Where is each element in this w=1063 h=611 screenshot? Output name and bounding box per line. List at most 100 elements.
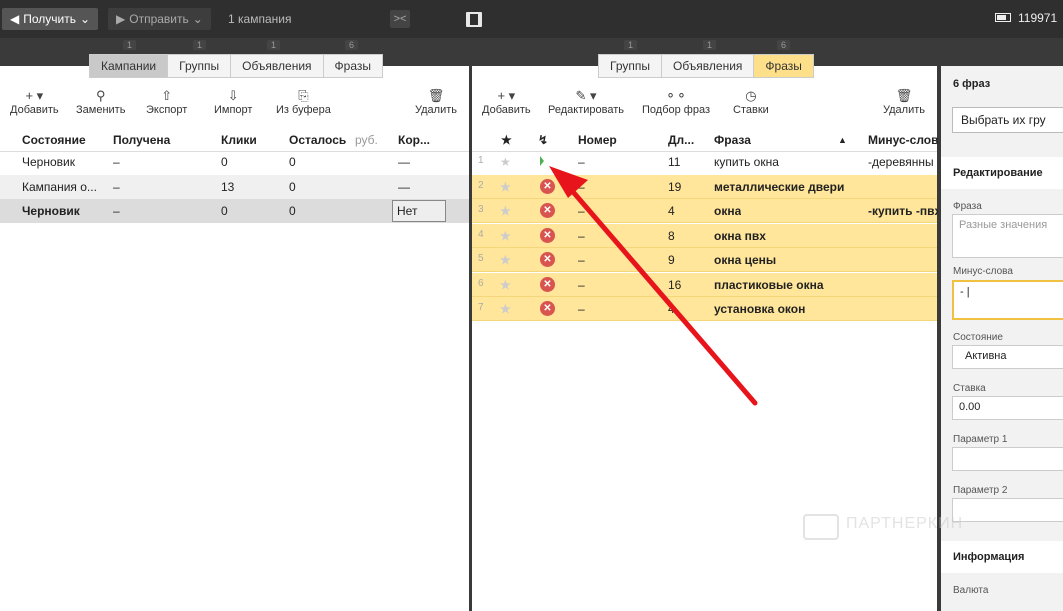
tab-campaigns[interactable]: Кампании: [90, 55, 169, 77]
star-icon[interactable]: ★: [500, 302, 511, 316]
table-row[interactable]: 5 ★ ✕ – 9 окна цены: [472, 248, 937, 272]
error-status-icon: ✕: [540, 179, 555, 194]
film-icon[interactable]: [466, 12, 482, 27]
table-row[interactable]: 1 ★ – 11 купить окна -деревянны: [472, 150, 937, 174]
param1-field[interactable]: [952, 447, 1063, 471]
chevron-down-icon: ⌄: [192, 12, 203, 26]
count-badge: 1: [703, 40, 717, 50]
state-select[interactable]: Активна: [952, 345, 1063, 369]
bid-field[interactable]: 0.00: [952, 396, 1063, 420]
select-groups-button[interactable]: Выбрать их гру: [952, 107, 1063, 133]
minus-words-field[interactable]: - |: [952, 280, 1063, 320]
clipboard-icon: ⎘: [298, 88, 309, 103]
phrase-label: Фраза: [953, 201, 982, 212]
table-row[interactable]: 4 ★ ✕ – 8 окна пвх: [472, 224, 937, 248]
get-button[interactable]: ◀ Получить ⌄: [2, 8, 99, 30]
edit-button[interactable]: ✎ ▾ Редактировать: [548, 88, 624, 116]
table-row[interactable]: 2 ★ ✕ – 19 металлические двери: [472, 175, 937, 199]
col-length[interactable]: Дл...: [668, 133, 694, 147]
section-info: Информация: [941, 541, 1063, 573]
tab-groups[interactable]: Группы: [599, 55, 662, 77]
param2-label: Параметр 2: [953, 485, 1008, 496]
add-button[interactable]: + ▾ Добавить: [482, 88, 531, 116]
tab-ads[interactable]: Объявления: [231, 55, 324, 77]
count-badge: 6: [345, 40, 359, 50]
currency-label: Валюта: [953, 585, 989, 596]
left-tabs: Кампании Группы Объявления Фразы: [89, 54, 383, 78]
phrase-field[interactable]: Разные значения: [952, 214, 1063, 258]
campaigns-panel: + ▾ Добавить ⚲ Заменить ⇧ Экспорт ⇩ Импорт ⎘…: [0, 66, 469, 611]
export-button[interactable]: ⇧ Экспорт: [146, 88, 187, 116]
table-row[interactable]: 3 ★ ✕ – 4 окна -купить -пвх: [472, 199, 938, 223]
col-status-icon[interactable]: ↯: [538, 133, 548, 147]
col-received[interactable]: Получена: [113, 133, 170, 147]
count-badge: 1: [267, 40, 281, 50]
error-status-icon: ✕: [540, 277, 555, 292]
active-status-icon: [540, 156, 544, 166]
send-icon: ▶: [116, 12, 126, 26]
col-star[interactable]: ★: [501, 133, 512, 147]
add-button[interactable]: + ▾ Добавить: [10, 88, 59, 116]
plus-icon: + ▾: [25, 88, 44, 103]
campaigns-table-header: Состояние Получена Клики Осталось руб. К…: [0, 128, 469, 152]
col-clicks[interactable]: Клики: [221, 133, 257, 147]
tab-groups[interactable]: Группы: [168, 55, 232, 77]
send-button[interactable]: ▶ Отправить ⌄: [108, 8, 211, 30]
star-icon[interactable]: ★: [500, 278, 511, 292]
col-kor[interactable]: Кор...: [398, 133, 430, 147]
phrase-selection-button[interactable]: ⚬⚬ Подбор фраз: [642, 88, 710, 116]
chevron-down-icon: ⌄: [79, 12, 91, 26]
table-row[interactable]: 6 ★ ✕ – 16 пластиковые окна: [472, 273, 937, 297]
sort-asc-icon: ▲: [838, 135, 847, 145]
count-badge: 1: [624, 40, 638, 50]
export-icon: ⇧: [161, 88, 173, 103]
star-icon[interactable]: ★: [500, 155, 511, 169]
top-bar: ◀ Получить ⌄ ▶ Отправить ⌄ 1 кампания ><…: [0, 0, 1063, 38]
table-row[interactable]: 7 ★ ✕ – 4 установка окон: [472, 297, 937, 321]
star-icon[interactable]: ★: [500, 229, 511, 243]
delete-button[interactable]: 🗑 Удалить: [415, 88, 457, 116]
table-row[interactable]: Черновик – 0 0 Нет: [0, 199, 469, 223]
param2-field[interactable]: [952, 498, 1063, 522]
col-state[interactable]: Состояние: [22, 133, 86, 147]
watermark: ПАРТНЕРКИН: [846, 515, 964, 532]
state-label: Состояние: [953, 332, 1003, 343]
param1-label: Параметр 1: [953, 434, 1008, 445]
col-phrase[interactable]: Фраза: [714, 133, 751, 147]
search-icon: ⚲: [95, 88, 106, 103]
error-status-icon: ✕: [540, 228, 555, 243]
trash-icon: 🗑: [427, 88, 445, 103]
plus-icon: + ▾: [497, 88, 516, 103]
error-status-icon: ✕: [540, 252, 555, 267]
trash-icon: 🗑: [895, 88, 913, 103]
star-icon[interactable]: ★: [500, 204, 511, 218]
delete-button[interactable]: 🗑 Удалить: [883, 88, 925, 116]
error-status-icon: ✕: [540, 203, 555, 218]
minus-words-label: Минус-слова: [953, 266, 1013, 277]
star-icon[interactable]: ★: [500, 253, 511, 267]
import-icon: ⇩: [227, 88, 239, 103]
tab-ads[interactable]: Объявления: [662, 55, 755, 77]
col-minus-words[interactable]: Минус-слов: [868, 133, 939, 147]
watermark-logo-icon: [803, 514, 839, 540]
tab-phrases[interactable]: Фразы: [754, 55, 813, 77]
table-row[interactable]: Черновик – 0 0 —: [0, 150, 469, 174]
get-label: Получить: [23, 12, 76, 26]
tab-phrases[interactable]: Фразы: [324, 55, 382, 77]
pencil-icon: ✎ ▾: [575, 88, 597, 103]
bids-button[interactable]: ◷ Ставки: [733, 88, 769, 116]
from-buffer-button[interactable]: ⎘ Из буфера: [276, 88, 331, 116]
col-number[interactable]: Номер: [578, 133, 617, 147]
col-left[interactable]: Осталось: [289, 133, 346, 147]
get-icon: ◀: [10, 12, 20, 26]
campaigns-toolbar: + ▾ Добавить ⚲ Заменить ⇧ Экспорт ⇩ Импорт ⎘…: [0, 88, 469, 120]
star-icon[interactable]: ★: [500, 180, 511, 194]
error-status-icon: ✕: [540, 301, 555, 316]
import-button[interactable]: ⇩ Импорт: [214, 88, 252, 116]
campaigns-count: 1 кампания: [228, 12, 292, 26]
user-id: 119971: [1018, 11, 1058, 25]
table-row[interactable]: Кампания о... – 13 0 —: [0, 175, 469, 199]
replace-button[interactable]: ⚲ Заменить: [76, 88, 125, 116]
kor-edit-cell[interactable]: Нет: [392, 200, 446, 222]
collapse-icon[interactable]: ><: [390, 10, 410, 28]
